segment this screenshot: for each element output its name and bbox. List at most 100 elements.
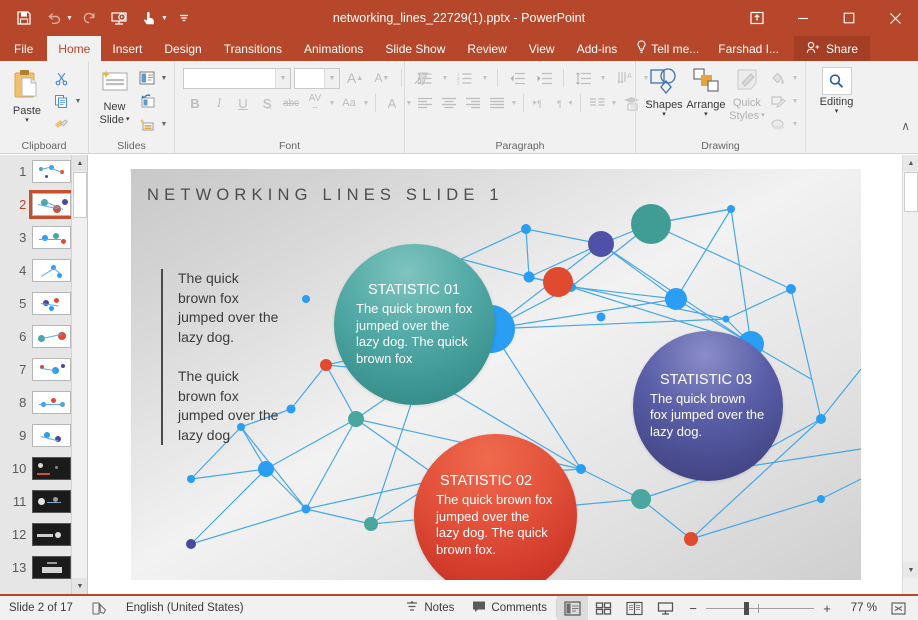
grow-font-icon[interactable]: A ▲ (343, 67, 367, 89)
slide-editing-area[interactable]: NETWORKING LINES SLIDE 1 The quick brown… (88, 155, 902, 594)
thumbnail-12[interactable]: 12 (0, 518, 71, 551)
thumbnail-scroll-up-icon[interactable]: ▲ (72, 155, 87, 171)
strikethrough-icon[interactable]: abc (279, 92, 303, 114)
bullets-caret[interactable]: ▼ (440, 75, 450, 82)
tab-animations[interactable]: Animations (293, 36, 374, 61)
thumbnail-9[interactable]: 9 (0, 419, 71, 452)
shrink-font-icon[interactable]: A ▼ (370, 67, 394, 89)
normal-view-button[interactable] (557, 596, 588, 620)
tab-review[interactable]: Review (456, 36, 517, 61)
arrange-button[interactable]: Arrange ▾ (684, 65, 728, 119)
font-color-icon[interactable]: A (380, 92, 404, 114)
bold-icon[interactable]: B (183, 92, 207, 114)
shape-outline-caret[interactable]: ▼ (790, 98, 800, 105)
line-spacing-icon[interactable] (571, 67, 595, 89)
paste-caret[interactable]: ▾ (25, 117, 29, 125)
slide-thumbnail-pane[interactable]: 1 2 3 4 5 6 7 8 9 10 11 12 13 ▲ ▼ (0, 155, 88, 594)
scroll-up-icon[interactable]: ▲ (903, 155, 918, 171)
zoom-level-label[interactable]: 77 % (839, 602, 877, 614)
reading-view-button[interactable] (619, 596, 650, 620)
restore-icon[interactable] (826, 0, 872, 36)
character-spacing-icon[interactable]: AV ↔ (303, 92, 327, 114)
columns-caret[interactable]: ▼ (609, 100, 619, 107)
font-name-caret[interactable]: ▼ (275, 68, 290, 88)
section-caret[interactable]: ▼ (159, 121, 169, 128)
decrease-indent-icon[interactable] (505, 67, 529, 89)
zoom-in-button[interactable]: + (821, 601, 833, 616)
shapes-button[interactable]: Shapes ▾ (644, 65, 684, 119)
copy-icon[interactable] (49, 90, 73, 112)
quick-styles-button[interactable]: Quick Styles ▾ (728, 65, 766, 122)
font-size-combobox[interactable]: ▼ (294, 67, 340, 89)
numbering-icon[interactable]: 123 (453, 67, 477, 89)
new-slide-button[interactable]: New Slide ▾ (94, 65, 135, 126)
slide-indicator[interactable]: Slide 2 of 17 (0, 596, 82, 620)
thumbnail-5[interactable]: 5 (0, 287, 71, 320)
notes-button[interactable]: Notes (396, 596, 463, 620)
justify-caret[interactable]: ▼ (509, 100, 519, 107)
shape-fill-icon[interactable] (766, 67, 790, 89)
account-name[interactable]: Farshad I... (707, 36, 790, 61)
redo-icon[interactable] (75, 5, 103, 31)
share-button[interactable]: Share (793, 36, 870, 61)
shape-fill-caret[interactable]: ▼ (790, 75, 800, 82)
thumbnail-6[interactable]: 6 (0, 320, 71, 353)
undo-icon[interactable] (40, 5, 68, 31)
spelling-icon[interactable] (82, 596, 117, 620)
tell-me-search[interactable]: Tell me... (628, 36, 707, 61)
tab-slide-show[interactable]: Slide Show (374, 36, 456, 61)
start-presentation-icon[interactable] (105, 5, 133, 31)
copy-caret[interactable]: ▼ (73, 98, 83, 105)
zoom-handle[interactable] (744, 601, 749, 615)
slide-canvas[interactable]: NETWORKING LINES SLIDE 1 The quick brown… (131, 169, 861, 580)
shapes-caret[interactable]: ▾ (662, 111, 666, 119)
change-case-caret[interactable]: ▼ (361, 100, 371, 107)
thumbnail-1[interactable]: 1 (0, 155, 71, 188)
thumbnail-scroll-thumb[interactable] (73, 172, 87, 218)
editing-button[interactable]: Editing ▾ (811, 65, 862, 116)
tab-home[interactable]: Home (47, 36, 102, 61)
zoom-track[interactable] (706, 601, 814, 615)
fit-slide-to-window-button[interactable] (883, 596, 914, 620)
text-shadow-icon[interactable]: S (255, 92, 279, 114)
font-name-combobox[interactable]: ▼ (183, 67, 291, 89)
tab-design[interactable]: Design (153, 36, 212, 61)
left-to-right-icon[interactable]: ¶ (528, 92, 552, 114)
right-to-left-icon[interactable]: ¶ (552, 92, 576, 114)
thumbnail-4[interactable]: 4 (0, 254, 71, 287)
cut-icon[interactable] (49, 67, 73, 89)
align-left-icon[interactable] (413, 92, 437, 114)
thumbnail-11[interactable]: 11 (0, 485, 71, 518)
tab-view[interactable]: View (518, 36, 566, 61)
paste-button[interactable]: Paste ▾ (5, 65, 49, 125)
slide-left-text-block[interactable]: The quick brown fox jumped over the lazy… (161, 269, 279, 445)
thumbnail-10[interactable]: 10 (0, 452, 71, 485)
scroll-down-icon[interactable]: ▼ (903, 562, 918, 578)
character-spacing-caret[interactable]: ▼ (327, 100, 337, 107)
thumbnail-3[interactable]: 3 (0, 221, 71, 254)
underline-icon[interactable]: U (231, 92, 255, 114)
save-icon[interactable] (10, 5, 38, 31)
quick-styles-caret[interactable]: ▾ (761, 112, 765, 120)
zoom-slider[interactable]: − + (681, 601, 839, 616)
shape-effects-icon[interactable] (766, 113, 790, 135)
format-painter-icon[interactable] (49, 113, 73, 135)
italic-icon[interactable]: I (207, 92, 231, 114)
arrange-caret[interactable]: ▾ (704, 111, 708, 119)
ribbon-display-options-icon[interactable] (734, 0, 780, 36)
tab-add-ins[interactable]: Add-ins (566, 36, 629, 61)
close-icon[interactable] (872, 0, 918, 36)
reset-icon[interactable] (135, 90, 159, 112)
statistic-01-bubble[interactable]: STATISTIC 01 The quick brown fox jumped … (334, 244, 495, 405)
minimize-icon[interactable] (780, 0, 826, 36)
layout-icon[interactable] (135, 67, 159, 89)
touch-mode-dropdown-caret[interactable]: ▼ (161, 15, 168, 22)
editing-caret[interactable]: ▾ (835, 108, 839, 116)
align-center-icon[interactable] (437, 92, 461, 114)
columns-icon[interactable] (585, 92, 609, 114)
scroll-thumb[interactable] (904, 172, 918, 212)
tab-insert[interactable]: Insert (101, 36, 153, 61)
thumbnail-7[interactable]: 7 (0, 353, 71, 386)
increase-indent-icon[interactable] (532, 67, 556, 89)
new-slide-caret[interactable]: ▾ (126, 116, 130, 124)
